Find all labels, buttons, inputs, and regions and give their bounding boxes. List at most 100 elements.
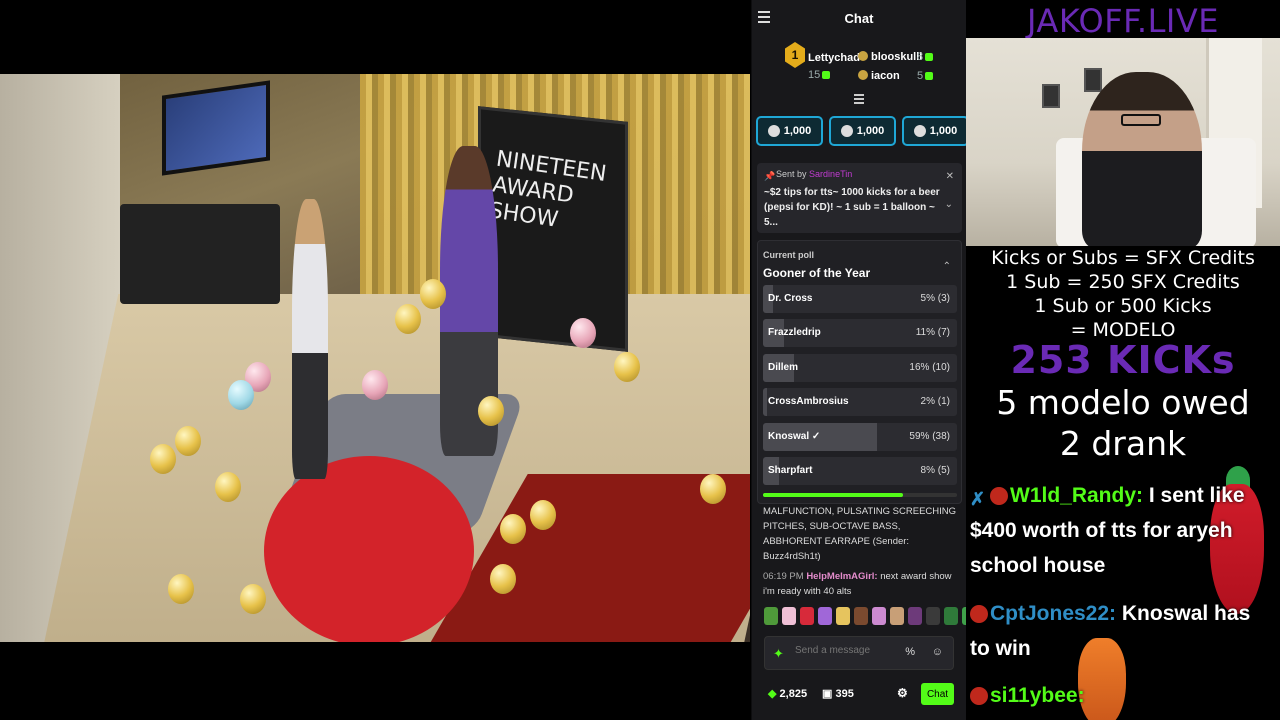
chat-input-box: ✦ % ☺: [764, 636, 954, 670]
pinned-message[interactable]: 📌 Sent by SardineTin ~$2 tips for tts~ 1…: [757, 163, 962, 233]
poll-option-name: Dr. Cross: [768, 293, 813, 304]
poll-option-name: Frazzledrip: [768, 327, 821, 339]
chevron-up-icon[interactable]: ⌃: [943, 261, 951, 272]
glasses: [1121, 114, 1161, 126]
poll-option[interactable]: Dillem 16% (10): [763, 353, 957, 382]
poll-option-name: Knoswal ✓: [768, 430, 821, 442]
chat-footer: ◆ 2,825 ▣ 395 ⚙ Chat: [766, 683, 961, 705]
poll-timer-fill: [763, 493, 903, 497]
overlay-chat-user: si11ybee:: [990, 684, 1085, 707]
emote-icon[interactable]: [944, 607, 958, 625]
overlay-chat-user: CptJones22:: [990, 602, 1117, 625]
badge-icon: [970, 687, 988, 705]
emote-icon[interactable]: [818, 607, 832, 625]
poll-option[interactable]: CrossAmbrosius 2% (1): [763, 388, 957, 417]
gift-icon: [913, 125, 926, 137]
balloon: [490, 564, 516, 594]
poll-option-percent: 59% (38): [909, 430, 950, 442]
badge-icon: [970, 605, 988, 623]
gift-button-2[interactable]: 1,000: [829, 116, 896, 146]
poll-option-name: Dillem: [768, 361, 799, 373]
chat-panel: Chat 1 Lettychad 15 blooskulll 8 iacon 5…: [751, 0, 966, 720]
poll-option-name: Sharpfart: [768, 465, 813, 476]
gift-row: 1,000 1,000 1,000: [756, 116, 966, 146]
chat-username[interactable]: HelpMeImAGirl:: [806, 571, 877, 582]
leaderboard-count-1: 15: [808, 69, 831, 81]
overlay-chat-message: si11ybee:: [970, 678, 1270, 713]
sfx-info: Kicks or Subs = SFX Credits 1 Sub = 250 …: [966, 246, 1280, 342]
leaderboard-user-1[interactable]: Lettychad: [808, 52, 860, 64]
chalkboard-text: NINETEEN AWARD SHOW: [487, 146, 608, 233]
emote-icon[interactable]: [836, 607, 850, 625]
wall-frame: [1084, 68, 1102, 92]
badge-icon: [990, 487, 1008, 505]
emote-icon[interactable]: [854, 607, 868, 625]
kicks-counter: 253 KICKs: [1010, 338, 1236, 382]
emote-bar: [764, 607, 966, 625]
pin-icon: 📌: [764, 171, 776, 181]
poll-option-percent: 11% (7): [915, 327, 950, 339]
wall-frame: [1042, 84, 1060, 108]
emote-icon[interactable]: [908, 607, 922, 625]
balloon: [478, 396, 504, 426]
overlay-chat-message: ✗ W1ld_Randy: I sent like $400 worth of t…: [970, 484, 1245, 577]
poll-label: Current poll: [763, 250, 814, 260]
leaderboard-user-2[interactable]: blooskulll: [858, 51, 922, 63]
stream-video[interactable]: NINETEEN AWARD SHOW: [0, 74, 750, 642]
gift-button-1[interactable]: 1,000: [756, 116, 823, 146]
emote-icon[interactable]: [800, 607, 814, 625]
emote-icon[interactable]: [890, 607, 904, 625]
pinned-text: ~$2 tips for tts~ 1000 kicks for a beer …: [764, 187, 940, 228]
streamer: [1082, 72, 1202, 246]
poll-option-percent: 5% (3): [920, 293, 950, 304]
menu-icon[interactable]: [758, 11, 770, 23]
poll-option-fill: [763, 388, 767, 417]
sparkle-icon[interactable]: ✦: [773, 646, 784, 662]
balloon: [614, 352, 640, 382]
send-chat-button[interactable]: Chat: [921, 683, 954, 705]
chat-header: Chat: [752, 0, 966, 36]
poll-option[interactable]: Knoswal ✓ 59% (38): [763, 422, 957, 451]
emoji-icon[interactable]: ☺: [932, 646, 943, 658]
unpin-icon[interactable]: ✕: [946, 171, 954, 182]
kick-icon: [925, 53, 934, 61]
emote-icon[interactable]: [782, 607, 796, 625]
leaderboard-user-3[interactable]: iacon: [858, 70, 900, 82]
emote-icon[interactable]: [764, 607, 778, 625]
info-line: Kicks or Subs = SFX Credits: [991, 247, 1255, 269]
red-table: [264, 456, 474, 642]
poll-option[interactable]: Sharpfart 8% (5): [763, 457, 957, 485]
rank-1-badge: 1: [785, 42, 805, 68]
webcam-feed: [966, 38, 1280, 246]
poll-timer-bar: [763, 493, 957, 497]
poll-option[interactable]: Frazzledrip 11% (7): [763, 319, 957, 348]
emote-icon[interactable]: [926, 607, 940, 625]
silver-medal-icon: [858, 51, 868, 61]
points-icon: ◆: [768, 688, 777, 700]
emote-icon[interactable]: [872, 607, 886, 625]
chat-messages: MALFUNCTION, PULSATING SCREECHING PITCHE…: [763, 504, 959, 599]
sort-icon[interactable]: [854, 94, 864, 104]
balloon: [530, 500, 556, 530]
balloon: [395, 304, 421, 334]
balloon: [215, 472, 241, 502]
poll-option-percent: 2% (1): [920, 396, 950, 408]
poll-option[interactable]: Dr. Cross 5% (3): [763, 285, 957, 313]
person-white-shirt: [292, 199, 328, 479]
gift-button-3[interactable]: 1,000: [902, 116, 966, 146]
tv-screen: [162, 80, 270, 176]
gift-leaderboard: 1 Lettychad 15 blooskulll 8 iacon 5: [752, 36, 966, 92]
poll-option-percent: 8% (5): [920, 465, 950, 476]
balloon: [362, 370, 388, 400]
gift-count[interactable]: ▣ 395: [822, 687, 854, 700]
gear-icon[interactable]: ⚙: [897, 686, 908, 700]
gift-icon: [840, 125, 853, 137]
chat-input[interactable]: [795, 645, 905, 656]
command-icon[interactable]: %: [905, 646, 915, 658]
poll-question: Gooner of the Year: [763, 266, 871, 280]
modelo-drank: 2 drank: [1059, 424, 1187, 463]
leaderboard-count-3: 5: [917, 70, 934, 82]
sword-icon: ✗: [970, 489, 986, 509]
chevron-down-icon[interactable]: ⌄: [945, 199, 953, 210]
channel-points[interactable]: ◆ 2,825: [768, 687, 807, 700]
